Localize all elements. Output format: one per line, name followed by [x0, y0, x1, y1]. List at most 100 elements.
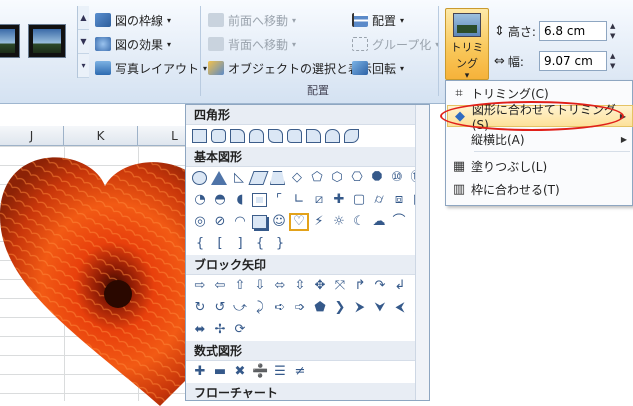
- snip-same-side-shape[interactable]: [249, 129, 264, 143]
- u-turn-arrow-shape[interactable]: ↷: [372, 279, 388, 293]
- round-snip-shape[interactable]: [287, 129, 302, 143]
- diamond-shape[interactable]: ◇: [289, 171, 305, 185]
- right-bracket-shape[interactable]: ]: [232, 237, 248, 251]
- column-header[interactable]: K: [64, 126, 138, 145]
- frame-shape[interactable]: [252, 193, 267, 207]
- menu-item-fit[interactable]: ▥ 枠に合わせる(T): [447, 178, 633, 200]
- curved-up-arrow-shape[interactable]: ⤻: [232, 301, 248, 315]
- right-arrow-shape[interactable]: ⇨: [192, 279, 208, 293]
- left-arrow-callout-shape[interactable]: ⮜: [392, 301, 408, 315]
- teardrop-shape[interactable]: ◖: [232, 193, 248, 207]
- width-spinner[interactable]: ▲ ▼: [610, 51, 620, 71]
- left-brace-shape[interactable]: {: [252, 237, 268, 251]
- diagonal-stripe-shape[interactable]: ⧄: [311, 193, 327, 207]
- round-diagonal-shape[interactable]: [344, 129, 359, 143]
- up-down-arrow-shape[interactable]: ⇳: [292, 279, 308, 293]
- picture-layout-button[interactable]: 写真レイアウト ▾: [95, 58, 207, 78]
- smiley-face-shape[interactable]: ☺: [271, 215, 287, 229]
- decagon-shape[interactable]: ⑩: [389, 171, 405, 185]
- arc-shape[interactable]: ⌒: [391, 215, 407, 229]
- l-shape[interactable]: ∟: [291, 193, 307, 207]
- group-button[interactable]: グループ化▾: [352, 34, 439, 54]
- pentagon-arrow-shape[interactable]: ⬟: [312, 301, 328, 315]
- octagon-shape[interactable]: ⯃: [369, 171, 385, 185]
- heptagon-shape[interactable]: ⎔: [349, 171, 365, 185]
- crop-button[interactable]: トリミング ▾: [445, 8, 489, 81]
- quad-arrow-shape[interactable]: ✥: [312, 279, 328, 293]
- bent-arrow-shape[interactable]: ↱: [352, 279, 368, 293]
- right-brace-shape[interactable]: }: [272, 237, 288, 251]
- scroll-up-icon[interactable]: ▲: [78, 6, 89, 30]
- rotate-button[interactable]: 回転 ▾: [352, 58, 404, 78]
- cloud-shape[interactable]: ☁: [371, 215, 387, 229]
- moon-shape[interactable]: ☾: [351, 215, 367, 229]
- cross-shape[interactable]: ✚: [331, 193, 347, 207]
- snip-rectangle-shape[interactable]: [230, 129, 245, 143]
- notched-right-arrow-shape[interactable]: ➩: [292, 301, 308, 315]
- picture-style-thumbnail[interactable]: [28, 24, 66, 58]
- divide-shape[interactable]: ➗: [252, 365, 268, 379]
- left-right-arrow-callout-shape[interactable]: ⬌: [192, 323, 208, 337]
- plaque-shape[interactable]: ▢: [351, 193, 367, 207]
- pie-shape[interactable]: ◔: [192, 193, 208, 207]
- down-arrow-shape[interactable]: ⇩: [252, 279, 268, 293]
- picture-style-thumbnail[interactable]: [0, 24, 20, 58]
- gallery-scrollbar[interactable]: ▲ ▼ ▾: [77, 6, 89, 78]
- send-backward-button[interactable]: 背面へ移動 ▾: [208, 34, 296, 54]
- gallery-more-icon[interactable]: ▾: [78, 54, 89, 78]
- striped-right-arrow-shape[interactable]: ➪: [272, 301, 288, 315]
- lightning-bolt-shape[interactable]: ⚡: [311, 215, 327, 229]
- sun-shape[interactable]: ☼: [331, 215, 347, 229]
- chevron-shape[interactable]: ❯: [332, 301, 348, 315]
- width-input[interactable]: [538, 51, 607, 71]
- right-arrow-callout-shape[interactable]: ⮞: [352, 301, 368, 315]
- menu-item-aspect-ratio[interactable]: 縦横比(A) ▶: [447, 128, 633, 150]
- can-shape[interactable]: ⌭: [371, 193, 387, 207]
- folded-corner-shape[interactable]: [252, 215, 267, 229]
- height-input[interactable]: [538, 21, 607, 41]
- picture-border-button[interactable]: 図の枠線 ▾: [95, 10, 171, 30]
- curved-left-arrow-shape[interactable]: ↺: [212, 301, 228, 315]
- oval-shape[interactable]: [192, 171, 207, 185]
- column-header[interactable]: J: [0, 126, 64, 145]
- minus-shape[interactable]: ▬: [212, 365, 228, 379]
- bring-forward-button[interactable]: 前面へ移動 ▾: [208, 10, 296, 30]
- round-same-side-shape[interactable]: [325, 129, 340, 143]
- equal-shape[interactable]: ☰: [272, 365, 288, 379]
- half-frame-shape[interactable]: ⌜: [271, 193, 287, 207]
- pentagon-shape[interactable]: ⬠: [309, 171, 325, 185]
- up-arrow-shape[interactable]: ⇧: [232, 279, 248, 293]
- not-equal-shape[interactable]: ≠: [292, 365, 308, 379]
- selection-pane-button[interactable]: オブジェクトの選択と表示: [208, 58, 372, 78]
- block-arc-shape[interactable]: ◠: [232, 215, 248, 229]
- down-arrow-callout-shape[interactable]: ⮟: [372, 301, 388, 315]
- menu-item-fill[interactable]: ▦ 塗りつぶし(L): [447, 155, 633, 177]
- donut-shape[interactable]: ◎: [192, 215, 208, 229]
- chord-shape[interactable]: ◓: [212, 193, 228, 207]
- rectangle-shape[interactable]: [192, 129, 207, 143]
- circular-arrow-shape[interactable]: ⟳: [232, 323, 248, 337]
- curved-down-arrow-shape[interactable]: ⤸: [252, 301, 268, 315]
- height-spinner[interactable]: ▲ ▼: [610, 21, 620, 41]
- left-arrow-shape[interactable]: ⇦: [212, 279, 228, 293]
- quad-arrow-callout-shape[interactable]: ✢: [212, 323, 228, 337]
- triangle-shape[interactable]: [211, 171, 227, 185]
- picture-effects-button[interactable]: 図の効果 ▾: [95, 34, 171, 54]
- double-brace-shape[interactable]: {: [192, 237, 208, 251]
- left-bracket-shape[interactable]: [: [212, 237, 228, 251]
- cube-shape[interactable]: ⧈: [391, 193, 407, 207]
- multiply-shape[interactable]: ✖: [232, 365, 248, 379]
- plus-shape[interactable]: ✚: [192, 365, 208, 379]
- heart-shape[interactable]: ♡: [289, 213, 309, 231]
- align-button[interactable]: 配置 ▾: [352, 10, 404, 30]
- snip-diagonal-shape[interactable]: [268, 129, 283, 143]
- curved-right-arrow-shape[interactable]: ↻: [192, 301, 208, 315]
- left-right-arrow-shape[interactable]: ⬄: [272, 279, 288, 293]
- left-up-arrow-shape[interactable]: ↲: [392, 279, 408, 293]
- rounded-rectangle-shape[interactable]: [211, 129, 226, 143]
- trapezoid-shape[interactable]: [270, 171, 285, 185]
- gallery-scrollbar[interactable]: [415, 105, 429, 400]
- round-single-corner-shape[interactable]: [306, 129, 321, 143]
- right-triangle-shape[interactable]: ◺: [231, 171, 247, 185]
- scroll-down-icon[interactable]: ▼: [78, 30, 89, 54]
